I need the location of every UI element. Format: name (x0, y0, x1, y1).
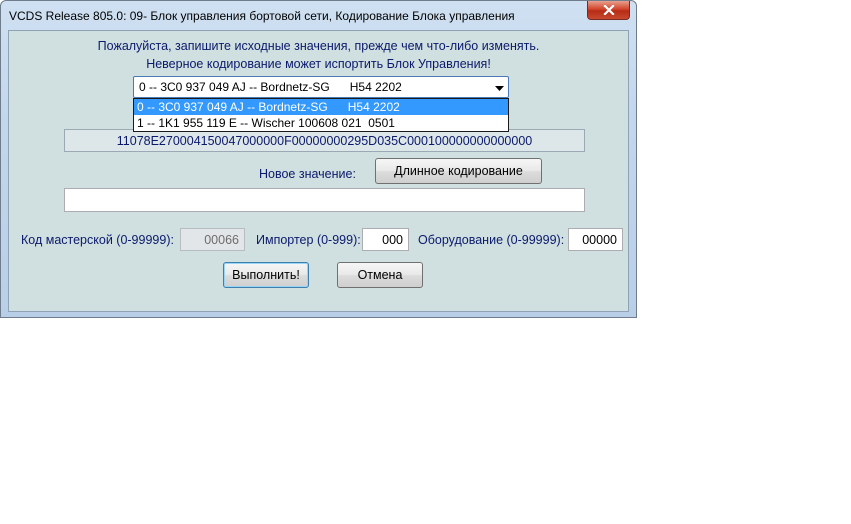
workshop-code-value: 00066 (204, 233, 239, 247)
module-select[interactable]: 0 -- 3C0 937 049 AJ -- Bordnetz-SG H54 2… (133, 76, 509, 98)
new-value-label: Новое значение: (259, 167, 356, 181)
long-coding-button[interactable]: Длинное кодирование (375, 158, 542, 184)
title-bar[interactable]: VCDS Release 805.0: 09- Блок управления … (1, 1, 636, 31)
close-button[interactable] (587, 1, 630, 20)
vcds-coding-window: VCDS Release 805.0: 09- Блок управления … (0, 0, 637, 318)
importer-field[interactable]: 000 (362, 228, 409, 251)
execute-button[interactable]: Выполнить! (223, 262, 309, 288)
workshop-code-field: 00066 (180, 228, 245, 251)
warning-line-2: Неверное кодирование может испортить Бло… (146, 57, 491, 71)
equipment-field[interactable]: 00000 (568, 228, 623, 251)
current-coding-display: 11078E270004150047000000F00000000295D035… (64, 129, 585, 152)
importer-value: 000 (382, 233, 403, 247)
equipment-label: Оборудование (0-99999): (418, 233, 565, 247)
dialog-client-area: Пожалуйста, запишите исходные значения, … (8, 30, 629, 312)
workshop-code-label: Код мастерской (0-99999): (21, 233, 174, 247)
cancel-button[interactable]: Отмена (337, 262, 423, 288)
warning-line-1: Пожалуйста, запишите исходные значения, … (97, 39, 540, 53)
new-value-input[interactable] (64, 188, 585, 212)
window-title: VCDS Release 805.0: 09- Блок управления … (9, 9, 515, 23)
module-option[interactable]: 1 -- 1K1 955 119 E -- Wischer 100608 021… (134, 115, 508, 131)
current-coding-value: 11078E270004150047000000F00000000295D035… (116, 134, 533, 148)
importer-label: Импортер (0-999): (256, 233, 361, 247)
module-option[interactable]: 0 -- 3C0 937 049 AJ -- Bordnetz-SG H54 2… (134, 99, 508, 115)
chevron-down-icon (494, 82, 505, 92)
module-dropdown-list: 0 -- 3C0 937 049 AJ -- Bordnetz-SG H54 2… (133, 98, 509, 132)
close-x-icon (602, 5, 615, 15)
module-select-value: 0 -- 3C0 937 049 AJ -- Bordnetz-SG H54 2… (139, 80, 402, 94)
equipment-value: 00000 (582, 233, 617, 247)
